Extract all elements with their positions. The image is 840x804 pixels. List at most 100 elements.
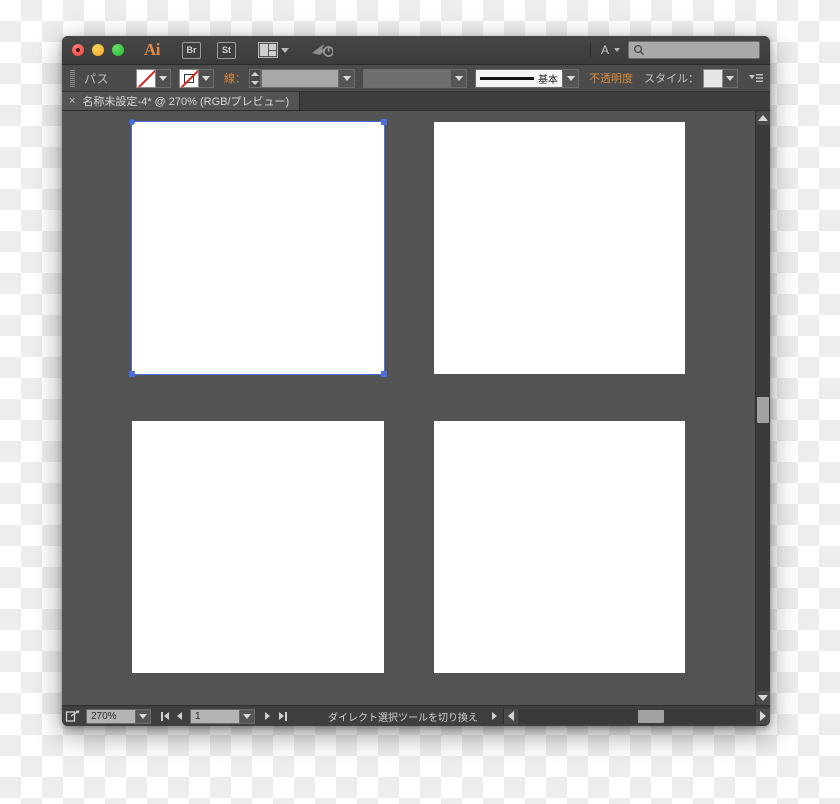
chevron-down-icon <box>139 713 147 719</box>
window-controls <box>72 44 124 56</box>
artboard-number-value[interactable]: 1 <box>191 709 239 723</box>
panel-menu-icon <box>749 74 763 82</box>
fill-control[interactable] <box>136 68 171 88</box>
chevron-down-icon <box>281 47 289 53</box>
brush-dropdown[interactable] <box>562 69 578 87</box>
triangle-right-icon <box>492 712 497 720</box>
fill-dropdown-button[interactable] <box>156 68 171 88</box>
scroll-down-button[interactable] <box>756 691 770 705</box>
arrange-documents-button[interactable] <box>258 42 289 58</box>
artboard-4[interactable] <box>434 421 685 673</box>
arrange-documents-icon <box>258 42 278 58</box>
bridge-button[interactable]: Br <box>182 41 201 59</box>
zoom-level-combo[interactable]: 270% <box>86 708 151 724</box>
triangle-left-icon <box>177 712 182 720</box>
stroke-weight-dropdown[interactable] <box>338 69 354 87</box>
export-share-button[interactable] <box>62 709 84 723</box>
minimize-window-button[interactable] <box>92 44 104 56</box>
artboard-2[interactable] <box>434 122 685 374</box>
creative-cloud-glyph <box>312 44 333 57</box>
scroll-right-button[interactable] <box>756 708 770 724</box>
document-tab-bar: × 名称未設定-4* @ 270% (RGB/プレビュー) <box>62 92 770 111</box>
variable-width-value[interactable] <box>364 69 450 87</box>
triangle-left-icon <box>508 711 514 721</box>
control-bar-gripper[interactable] <box>70 69 75 87</box>
stroke-swatch[interactable] <box>179 68 199 88</box>
vertical-scrollbar[interactable] <box>755 111 770 705</box>
status-bar: 270% 1 ダイレクト選択ツールを切り換え <box>62 705 770 726</box>
triangle-right-icon <box>760 711 766 721</box>
opacity-label[interactable]: 不透明度 <box>589 70 633 86</box>
scroll-up-button[interactable] <box>756 111 770 125</box>
document-tab[interactable]: × 名称未設定-4* @ 270% (RGB/プレビュー) <box>62 92 301 110</box>
close-window-button[interactable] <box>72 44 84 56</box>
stroke-control[interactable] <box>179 68 214 88</box>
scroll-left-button[interactable] <box>504 708 518 724</box>
bar-glyph <box>284 711 287 721</box>
chevron-down-icon <box>726 75 734 81</box>
previous-artboard-button[interactable] <box>172 706 187 726</box>
horizontal-scrollbar[interactable] <box>503 708 770 724</box>
triangle-left-icon <box>163 712 169 720</box>
export-share-icon <box>65 710 80 722</box>
brush-definition-field[interactable]: 基本 <box>476 69 562 87</box>
zoom-level-dropdown[interactable] <box>135 709 150 723</box>
search-input[interactable] <box>648 44 755 56</box>
next-artboard-button[interactable] <box>260 706 275 726</box>
variable-width-profile-combo[interactable] <box>363 68 467 88</box>
canvas-region <box>62 111 770 705</box>
search-field[interactable] <box>628 41 760 59</box>
document-tab-title: 名称未設定-4* @ 270% (RGB/プレビュー) <box>82 96 290 108</box>
horizontal-scroll-thumb[interactable] <box>638 709 664 723</box>
first-artboard-button[interactable] <box>157 706 172 726</box>
stock-button[interactable]: St <box>217 41 236 59</box>
stroke-weight-value[interactable] <box>262 69 338 87</box>
brush-definition-label: 基本 <box>538 74 558 86</box>
chevron-down-icon <box>566 75 575 81</box>
stroke-weight-combo[interactable] <box>261 68 355 88</box>
triangle-right-icon <box>278 712 284 720</box>
vertical-scroll-thumb[interactable] <box>757 397 769 423</box>
stroke-dropdown-button[interactable] <box>199 68 214 88</box>
artboard-number-dropdown[interactable] <box>239 709 254 723</box>
triangle-up-icon <box>758 115 768 121</box>
vertical-scroll-track[interactable] <box>756 125 770 691</box>
stroke-weight-label: 線： <box>224 73 246 85</box>
workspace-switcher[interactable]: A <box>589 43 620 57</box>
selected-object-type: パス <box>84 71 110 86</box>
horizontal-scroll-track[interactable] <box>518 708 756 724</box>
style-label: スタイル： <box>644 73 699 85</box>
artboard-number-combo[interactable]: 1 <box>190 708 255 724</box>
illustrator-window: Ai Br St A パス 線： 基本 不透明度 スタイル： × 名称未設定-4… <box>62 36 770 726</box>
last-artboard-button[interactable] <box>275 706 290 726</box>
variable-width-dropdown[interactable] <box>450 69 466 87</box>
title-bar-right-group: A <box>589 36 760 64</box>
graphic-style-dropdown[interactable] <box>723 68 738 88</box>
chevron-down-icon <box>454 75 463 81</box>
maximize-window-button[interactable] <box>112 44 124 56</box>
chevron-down-icon <box>614 48 620 52</box>
triangle-down-icon <box>758 695 768 701</box>
status-message[interactable]: ダイレクト選択ツールを切り換え <box>322 708 484 724</box>
search-icon <box>633 44 645 56</box>
artboard-1[interactable] <box>132 122 384 374</box>
graphic-style-swatch[interactable] <box>703 68 723 88</box>
artboard-3[interactable] <box>132 421 384 673</box>
creative-cloud-icon[interactable] <box>311 42 333 58</box>
zoom-level-value[interactable]: 270% <box>87 709 135 723</box>
status-message-dropdown[interactable] <box>492 712 497 720</box>
panel-menu-button[interactable] <box>748 72 764 84</box>
title-bar: Ai Br St A <box>62 36 770 65</box>
graphic-style-control[interactable] <box>703 68 738 88</box>
stroke-weight-stepper[interactable] <box>249 68 261 88</box>
stepper-up-icon[interactable] <box>251 71 259 76</box>
none-slash-icon <box>180 69 198 87</box>
brush-definition-combo[interactable]: 基本 <box>475 68 579 88</box>
stepper-down-icon[interactable] <box>251 80 259 85</box>
fill-swatch[interactable] <box>136 68 156 88</box>
brush-stroke-preview <box>480 76 534 80</box>
artboard-canvas[interactable] <box>62 111 755 705</box>
triangle-right-icon <box>265 712 270 720</box>
chevron-down-icon <box>202 75 210 81</box>
close-icon[interactable]: × <box>69 95 75 107</box>
